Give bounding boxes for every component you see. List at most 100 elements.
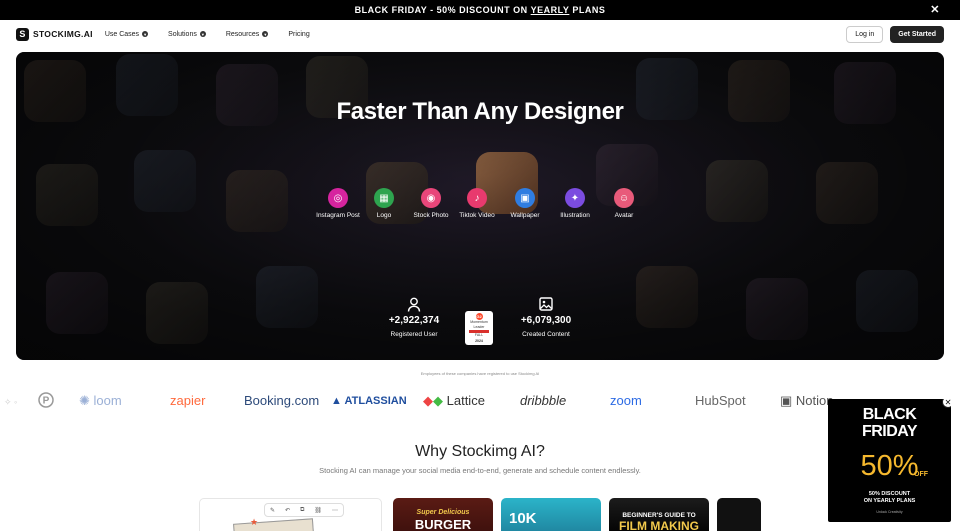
feature-label: Stock Photo [413, 212, 449, 219]
company-logos: ✧ ◦ P ✺ loom zapier Booking.com ▲ ATLASS… [0, 390, 960, 414]
stat-label: Registered User [390, 331, 438, 338]
nav-actions: Log in Get Started [846, 25, 944, 43]
g2-logo-icon: G2 [475, 312, 483, 320]
undo-icon[interactable]: ↶ [285, 507, 290, 514]
popup-off: OFF [914, 471, 928, 478]
logo-text: STOCKIMG.AI [33, 29, 93, 39]
popup-close-icon[interactable]: ✕ [942, 399, 951, 408]
menu-use-cases[interactable]: Use Cases ▼ [104, 30, 149, 38]
popup-percent: 50% [860, 450, 919, 482]
popup-desc: 50% DISCOUNT ON YEARLY PLANS [828, 491, 951, 504]
picture-icon [539, 297, 553, 313]
stat-registered-users: +2,922,374 Registered User [374, 297, 454, 338]
brand-notion: ▣ Notion [780, 393, 834, 408]
badge-season: FALL [474, 333, 484, 338]
brand-loom-label: loom [93, 393, 122, 408]
menu-solutions[interactable]: Solutions ▼ [168, 31, 206, 38]
menu-resources-label: Resources [225, 30, 260, 38]
main-menu: Use Cases ▼ Solutions ▼ Resources ▼ Pric… [105, 31, 310, 38]
popup-desc-line2: ON YEARLY PLANS [863, 497, 916, 504]
image-icon: ▣ [515, 188, 535, 208]
instagram-icon: ◎ [328, 188, 348, 208]
camera-icon: ◉ [421, 188, 441, 208]
feature-logo[interactable]: ▦ Logo [357, 188, 411, 220]
g2-award-badge: G2 Momentum Leader FALL 2024 [465, 311, 493, 345]
menu-resources[interactable]: Resources ▼ [225, 30, 269, 38]
badge-text-2: Leader [473, 324, 485, 329]
popup-line2: FRIDAY [861, 423, 918, 440]
black-friday-popup[interactable]: BLACK FRIDAY 50% OFF 50% DISCOUNT ON YEA… [828, 399, 951, 522]
pinterest-icon: P [38, 392, 54, 411]
feature-wallpaper[interactable]: ▣ Wallpaper [498, 188, 552, 220]
brand-atlassian-label: ATLASSIAN [344, 395, 407, 407]
badge-year: 2024 [475, 339, 483, 344]
editor-preview-card: ✎ ↶ ⧉ ⛓ ⋯ ★ [199, 498, 382, 531]
stat-value: +2,922,374 [388, 315, 440, 326]
why-subtitle: Stocking AI can manage your social media… [319, 466, 641, 475]
card-burger-line1: Super Delicious [416, 509, 470, 516]
brand-lattice-label: Lattice [446, 393, 485, 408]
stat-label: Created Content [522, 331, 570, 338]
chevron-down-icon: ▼ [199, 31, 206, 37]
hero-section: Faster Than Any Designer ◎ Instagram Pos… [16, 52, 944, 360]
promo-close-icon[interactable]: ✕ [930, 3, 940, 16]
user-icon [407, 297, 421, 313]
brand-dribbble: dribbble [520, 393, 567, 408]
editor-toolbar[interactable]: ✎ ↶ ⧉ ⛓ ⋯ [264, 503, 344, 517]
feature-label: Avatar [614, 212, 634, 219]
more-icon[interactable]: ⋯ [332, 507, 338, 514]
promo-text-underlined[interactable]: YEARLY [531, 5, 570, 15]
feature-illustration[interactable]: ✦ Illustration [548, 188, 602, 220]
star-icon: ★ [250, 517, 259, 527]
person-icon: ☺ [614, 188, 634, 208]
template-card-film[interactable]: BEGINNER'S GUIDE TO FILM MAKING [609, 498, 709, 531]
sparkle-icon: ✦ [565, 188, 585, 208]
menu-pricing-label: Pricing [288, 30, 310, 38]
brand-atlassian: ▲ ATLASSIAN [331, 395, 407, 407]
menu-use-cases-label: Use Cases [104, 30, 140, 38]
grid-icon: ▦ [374, 188, 394, 208]
get-started-button[interactable]: Get Started [890, 25, 944, 43]
logos-caption: Employees of these companies have regist… [420, 371, 540, 376]
menu-solutions-label: Solutions [168, 30, 197, 38]
chevron-down-icon: ▼ [142, 31, 149, 37]
feature-label: Tiktok Video [459, 212, 495, 219]
popup-line1: BLACK [862, 406, 917, 423]
feature-tiktok-video[interactable]: ♪ Tiktok Video [450, 188, 504, 220]
brand-loom: ✺ loom [79, 393, 122, 408]
login-button[interactable]: Log in [846, 25, 884, 43]
feature-label: Logo [376, 212, 392, 219]
menu-pricing[interactable]: Pricing [288, 31, 309, 38]
edit-icon[interactable]: ✎ [270, 507, 275, 514]
chevron-down-icon: ▼ [262, 31, 269, 37]
card-burger-line2: BURGER [414, 517, 472, 531]
design-preview [233, 518, 315, 531]
brand-zoom: zoom [610, 393, 642, 408]
promo-text-after: PLANS [569, 5, 606, 15]
feature-avatar[interactable]: ☺ Avatar [597, 188, 651, 220]
feature-label: Illustration [560, 212, 590, 219]
stat-created-content: +6,079,300 Created Content [506, 297, 586, 338]
top-nav: S STOCKIMG.AI Use Cases ▼ Solutions ▼ Re… [0, 20, 960, 48]
promo-bar: BLACK FRIDAY - 50% DISCOUNT ON YEARLY PL… [0, 0, 960, 20]
tiktok-icon: ♪ [467, 188, 487, 208]
copy-icon[interactable]: ⧉ [300, 507, 304, 514]
template-card-partial[interactable] [717, 498, 761, 531]
why-title: Why Stockimg AI? [415, 443, 545, 460]
badge-text-1: Momentum [470, 319, 488, 324]
logo-icon: S [16, 27, 29, 41]
feature-label: Wallpaper [510, 212, 540, 219]
stat-value: +6,079,300 [520, 315, 572, 326]
brand-lattice: ◆◆ Lattice [423, 393, 485, 408]
link-icon[interactable]: ⛓ [314, 507, 322, 514]
feature-label: Instagram Post [316, 212, 360, 219]
brand-logo[interactable]: S STOCKIMG.AI [16, 27, 93, 41]
template-card-burger[interactable]: Super Delicious BURGER [393, 498, 493, 531]
card-10k-text: 10K [509, 510, 537, 527]
promo-text-before: BLACK FRIDAY - 50% DISCOUNT ON [354, 5, 531, 15]
card-film-line2: FILM MAKING [619, 519, 699, 531]
brand-hubspot: HubSpot [695, 393, 746, 408]
popup-desc-line1: 50% DISCOUNT [868, 491, 911, 497]
hero-title: Faster Than Any Designer [336, 98, 624, 125]
template-card-10k[interactable]: 10K [501, 498, 601, 531]
